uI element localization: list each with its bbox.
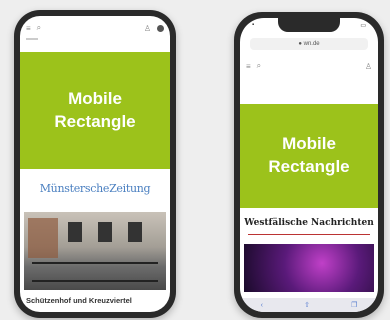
search-icon[interactable]: ⌕ bbox=[37, 23, 41, 33]
iphone-screen: ▪ ▭ ● wn.de ≡ ⌕ ♙ Mobile Rectangle Westf… bbox=[240, 18, 378, 312]
settings-icon[interactable] bbox=[157, 24, 164, 32]
browser-toolbar: ‹ ⇧ ❐ bbox=[240, 298, 378, 312]
divider bbox=[26, 38, 38, 40]
iphone-mockup: ▪ ▭ ● wn.de ≡ ⌕ ♙ Mobile Rectangle Westf… bbox=[234, 12, 384, 318]
ad-label-line2: Rectangle bbox=[268, 157, 350, 176]
divider bbox=[248, 234, 370, 235]
menu-icon[interactable]: ≡ bbox=[26, 24, 31, 33]
search-icon[interactable]: ⌕ bbox=[257, 61, 261, 71]
ad-label-line1: Mobile bbox=[68, 88, 122, 108]
user-icon[interactable]: ♙ bbox=[365, 62, 372, 71]
article-photo[interactable] bbox=[244, 244, 374, 292]
tabs-icon[interactable]: ❐ bbox=[351, 301, 357, 309]
android-screen: ≡ ⌕ ♙ Mobile Rectangle MünsterscheZeitun… bbox=[20, 16, 170, 312]
user-icon[interactable]: ♙ bbox=[144, 24, 151, 33]
url-text: ● wn.de bbox=[298, 41, 320, 47]
article-headline[interactable]: Schützenhof und Kreuzviertel bbox=[26, 296, 164, 305]
back-icon[interactable]: ‹ bbox=[261, 302, 263, 309]
newspaper-logo[interactable]: Westfälische Nachrichten bbox=[240, 218, 378, 228]
phone-notch bbox=[278, 18, 340, 32]
clock-icon: ▪ bbox=[252, 22, 255, 28]
battery-icon: ▭ bbox=[360, 23, 366, 29]
newspaper-logo[interactable]: MünsterscheZeitung bbox=[20, 182, 170, 195]
mobile-rectangle-ad[interactable]: Mobile Rectangle bbox=[20, 52, 170, 169]
menu-icon[interactable]: ≡ bbox=[246, 62, 251, 71]
article-photo[interactable] bbox=[24, 212, 166, 290]
share-icon[interactable]: ⇧ bbox=[304, 301, 310, 309]
ad-label-line2: Rectangle bbox=[54, 111, 136, 131]
mobile-rectangle-ad[interactable]: Mobile Rectangle bbox=[240, 104, 378, 208]
iphone-navbar: ≡ ⌕ ♙ bbox=[240, 58, 378, 74]
ad-label-line1: Mobile bbox=[282, 134, 336, 154]
browser-url-bar[interactable]: ● wn.de bbox=[250, 38, 368, 50]
android-phone-mockup: ≡ ⌕ ♙ Mobile Rectangle MünsterscheZeitun… bbox=[14, 10, 176, 318]
android-navbar: ≡ ⌕ ♙ bbox=[20, 20, 170, 36]
